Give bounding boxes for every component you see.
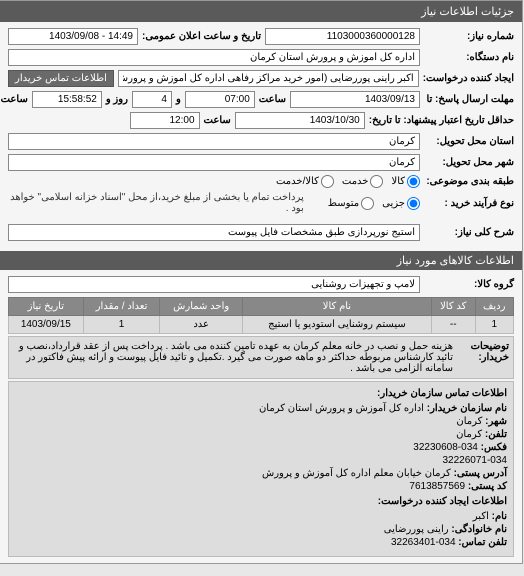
- requester-label: ایجاد کننده درخواست:: [424, 73, 515, 84]
- fax-val: 034-32230608: [414, 442, 479, 453]
- description-box: توضیحات خریدار: هزینه حمل و نصب در خانه …: [9, 336, 515, 379]
- payment-note: پرداخت تمام یا بخشی از مبلغ خرید،از محل …: [9, 192, 305, 214]
- req-title: اطلاعات ایجاد کننده درخواست:: [16, 496, 508, 507]
- city-input[interactable]: [9, 154, 421, 171]
- group-input[interactable]: [9, 276, 421, 293]
- lname-val: راینی پوررضایی: [385, 524, 450, 535]
- hour-label-2: ساعت: [205, 115, 232, 126]
- category-label: طبقه بندی موضوعی:: [425, 176, 515, 187]
- title-bar: جزئیات اطلاعات نیاز: [1, 1, 523, 22]
- tel-val: 034-32263401: [392, 537, 457, 548]
- contact-title: اطلاعات تماس سازمان خریدار:: [16, 388, 508, 399]
- remain-input[interactable]: [33, 91, 103, 108]
- td-row: 1: [476, 316, 514, 334]
- zip-key: کد پستی:: [469, 481, 508, 492]
- date1-input[interactable]: [291, 91, 421, 108]
- th-qty: تعداد / مقدار: [84, 298, 161, 316]
- td-name: سیستم روشنایی استودیو یا استیج: [243, 316, 432, 334]
- desc-text: هزینه حمل و نصب در خانه معلم کرمان به عه…: [14, 341, 454, 374]
- items-header: اطلاعات کالاهای مورد نیاز: [1, 251, 523, 270]
- number-input[interactable]: [266, 28, 421, 45]
- summary-input[interactable]: [9, 224, 421, 241]
- time1-input[interactable]: [186, 91, 256, 108]
- desc-label: توضیحات خریدار:: [460, 341, 510, 363]
- deadline-to-label: حداقل تاریخ اعتبار پیشنهاد: تا تاریخ:: [370, 115, 515, 126]
- and-label: و: [177, 94, 182, 105]
- td-date: 1403/09/15: [10, 316, 85, 334]
- city-label: شهر محل تحویل:: [425, 157, 515, 168]
- city-val: کرمان: [457, 416, 483, 427]
- radio-low-label[interactable]: جزیی: [383, 197, 421, 210]
- org-val: اداره کل آموزش و پرورش استان کرمان: [260, 403, 425, 414]
- datetime-input[interactable]: [9, 28, 139, 45]
- datetime-label: تاریخ و ساعت اعلان عمومی:: [143, 31, 262, 42]
- th-code: کد کالا: [432, 298, 476, 316]
- day-label: روز و: [107, 94, 129, 105]
- radio-both-label[interactable]: کالا/خدمت: [277, 175, 335, 188]
- table-header-row: ردیف کد کالا نام کالا واحد شمارش تعداد /…: [10, 298, 515, 316]
- td-qty: 1: [84, 316, 161, 334]
- th-unit: واحد شمارش: [161, 298, 243, 316]
- name-val: اکبر: [474, 511, 490, 522]
- fax2-val: 32226071-034: [443, 455, 508, 466]
- city-key: شهر:: [486, 416, 508, 427]
- radio-mid[interactable]: [362, 197, 375, 210]
- main-panel: جزئیات اطلاعات نیاز شماره نیاز: تاریخ و …: [0, 0, 524, 564]
- addr-key: آدرس پستی:: [455, 468, 508, 479]
- contact-buyer-button[interactable]: اطلاعات تماس خریدار: [9, 70, 115, 87]
- group-label: گروه کالا:: [425, 279, 515, 290]
- requester-input[interactable]: [119, 70, 420, 87]
- td-unit: عدد: [161, 316, 243, 334]
- table-row[interactable]: 1 -- سیستم روشنایی استودیو یا استیج عدد …: [10, 316, 515, 334]
- name-key: نام:: [493, 511, 508, 522]
- time2-input[interactable]: [131, 112, 201, 129]
- form-section: شماره نیاز: تاریخ و ساعت اعلان عمومی: نا…: [1, 22, 523, 251]
- radio-mid-label[interactable]: متوسط: [329, 197, 375, 210]
- th-row: ردیف: [476, 298, 514, 316]
- device-input[interactable]: [9, 49, 421, 66]
- th-date: تاریخ نیاز: [10, 298, 85, 316]
- radio-goods[interactable]: [408, 175, 421, 188]
- days-input[interactable]: [133, 91, 173, 108]
- radio-low[interactable]: [408, 197, 421, 210]
- tel-key: تلفن تماس:: [459, 537, 508, 548]
- lname-key: نام خانوادگی:: [452, 524, 508, 535]
- radio-service-label[interactable]: خدمت: [343, 175, 385, 188]
- hour-label-1: ساعت: [260, 94, 287, 105]
- th-name: نام کالا: [243, 298, 432, 316]
- device-label: نام دستگاه:: [425, 52, 515, 63]
- category-radio-group: کالا خدمت کالا/خدمت: [277, 175, 421, 188]
- summary-label: شرح کلی نیاز:: [425, 227, 515, 238]
- process-label: نوع فرآیند خرید :: [425, 198, 515, 209]
- radio-both[interactable]: [322, 175, 335, 188]
- zip-val: 7613857569: [410, 481, 466, 492]
- td-code: --: [432, 316, 476, 334]
- radio-goods-label[interactable]: کالا: [392, 175, 421, 188]
- addr-val: کرمان خیابان معلم اداره کل آموزش و پرورش: [263, 468, 452, 479]
- remaining-label: ساعت باقی مانده: [0, 94, 29, 105]
- radio-service[interactable]: [371, 175, 384, 188]
- process-radio-group: جزیی متوسط: [329, 197, 421, 210]
- province-label: استان محل تحویل:: [425, 136, 515, 147]
- province-input[interactable]: [9, 133, 421, 150]
- phone-key: تلفن:: [486, 429, 508, 440]
- number-label: شماره نیاز:: [425, 31, 515, 42]
- org-key: نام سازمان خریدار:: [428, 403, 508, 414]
- contact-section: اطلاعات تماس سازمان خریدار: نام سازمان خ…: [9, 381, 515, 557]
- fax-key: فکس:: [482, 442, 508, 453]
- deadline-from-label: مهلت ارسال پاسخ: تا: [425, 94, 515, 105]
- date2-input[interactable]: [236, 112, 366, 129]
- phone-val: کرمان: [457, 429, 483, 440]
- items-table: ردیف کد کالا نام کالا واحد شمارش تعداد /…: [9, 297, 515, 334]
